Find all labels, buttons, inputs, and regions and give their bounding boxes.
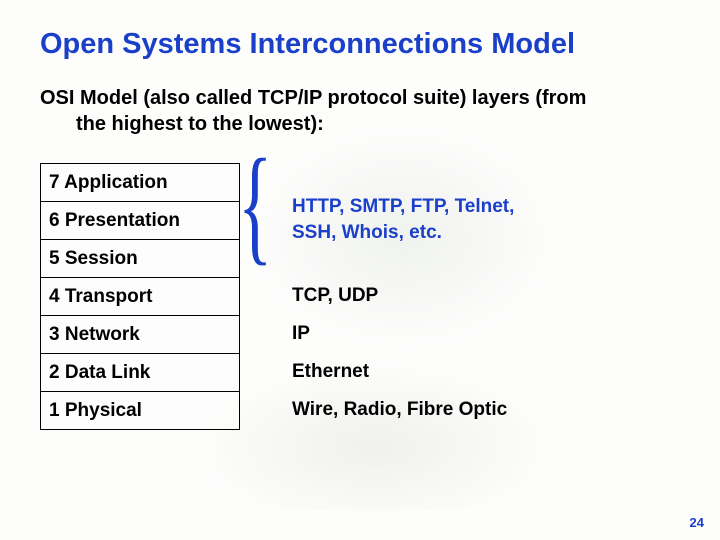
table-row: 3 Network — [41, 316, 240, 354]
table-row: 6 Presentation — [41, 202, 240, 240]
subtitle: OSI Model (also called TCP/IP protocol s… — [40, 85, 660, 137]
table-row: 5 Session — [41, 240, 240, 278]
page-title: Open Systems Interconnections Model — [40, 28, 680, 61]
upper-examples-line-1: HTTP, SMTP, FTP, Telnet, — [292, 194, 680, 220]
page-number: 24 — [690, 515, 704, 530]
layer-7: 7 Application — [41, 164, 240, 202]
table-row: 7 Application — [41, 164, 240, 202]
osi-layers-table: 7 Application 6 Presentation 5 Session 4… — [40, 163, 240, 430]
layer-2: 2 Data Link — [41, 354, 240, 392]
datalink-examples: Ethernet — [284, 353, 680, 391]
content-grid: 7 Application 6 Presentation 5 Session 4… — [40, 163, 680, 430]
curly-brace-icon: { — [238, 157, 272, 255]
physical-examples: Wire, Radio, Fibre Optic — [284, 391, 680, 429]
layer-4: 4 Transport — [41, 278, 240, 316]
layer-3: 3 Network — [41, 316, 240, 354]
transport-examples: TCP, UDP — [284, 277, 680, 315]
upper-layers-examples: HTTP, SMTP, FTP, Telnet, SSH, Whois, etc… — [284, 163, 680, 277]
table-row: 1 Physical — [41, 392, 240, 430]
examples-column: HTTP, SMTP, FTP, Telnet, SSH, Whois, etc… — [284, 163, 680, 429]
table-row: 4 Transport — [41, 278, 240, 316]
subtitle-line-1: OSI Model (also called TCP/IP protocol s… — [40, 87, 586, 109]
layer-6: 6 Presentation — [41, 202, 240, 240]
slide: Open Systems Interconnections Model OSI … — [0, 0, 720, 540]
upper-examples-line-2: SSH, Whois, etc. — [292, 220, 680, 246]
layer-5: 5 Session — [41, 240, 240, 278]
layer-1: 1 Physical — [41, 392, 240, 430]
subtitle-line-2: the highest to the lowest): — [76, 111, 660, 137]
network-examples: IP — [284, 315, 680, 353]
table-row: 2 Data Link — [41, 354, 240, 392]
